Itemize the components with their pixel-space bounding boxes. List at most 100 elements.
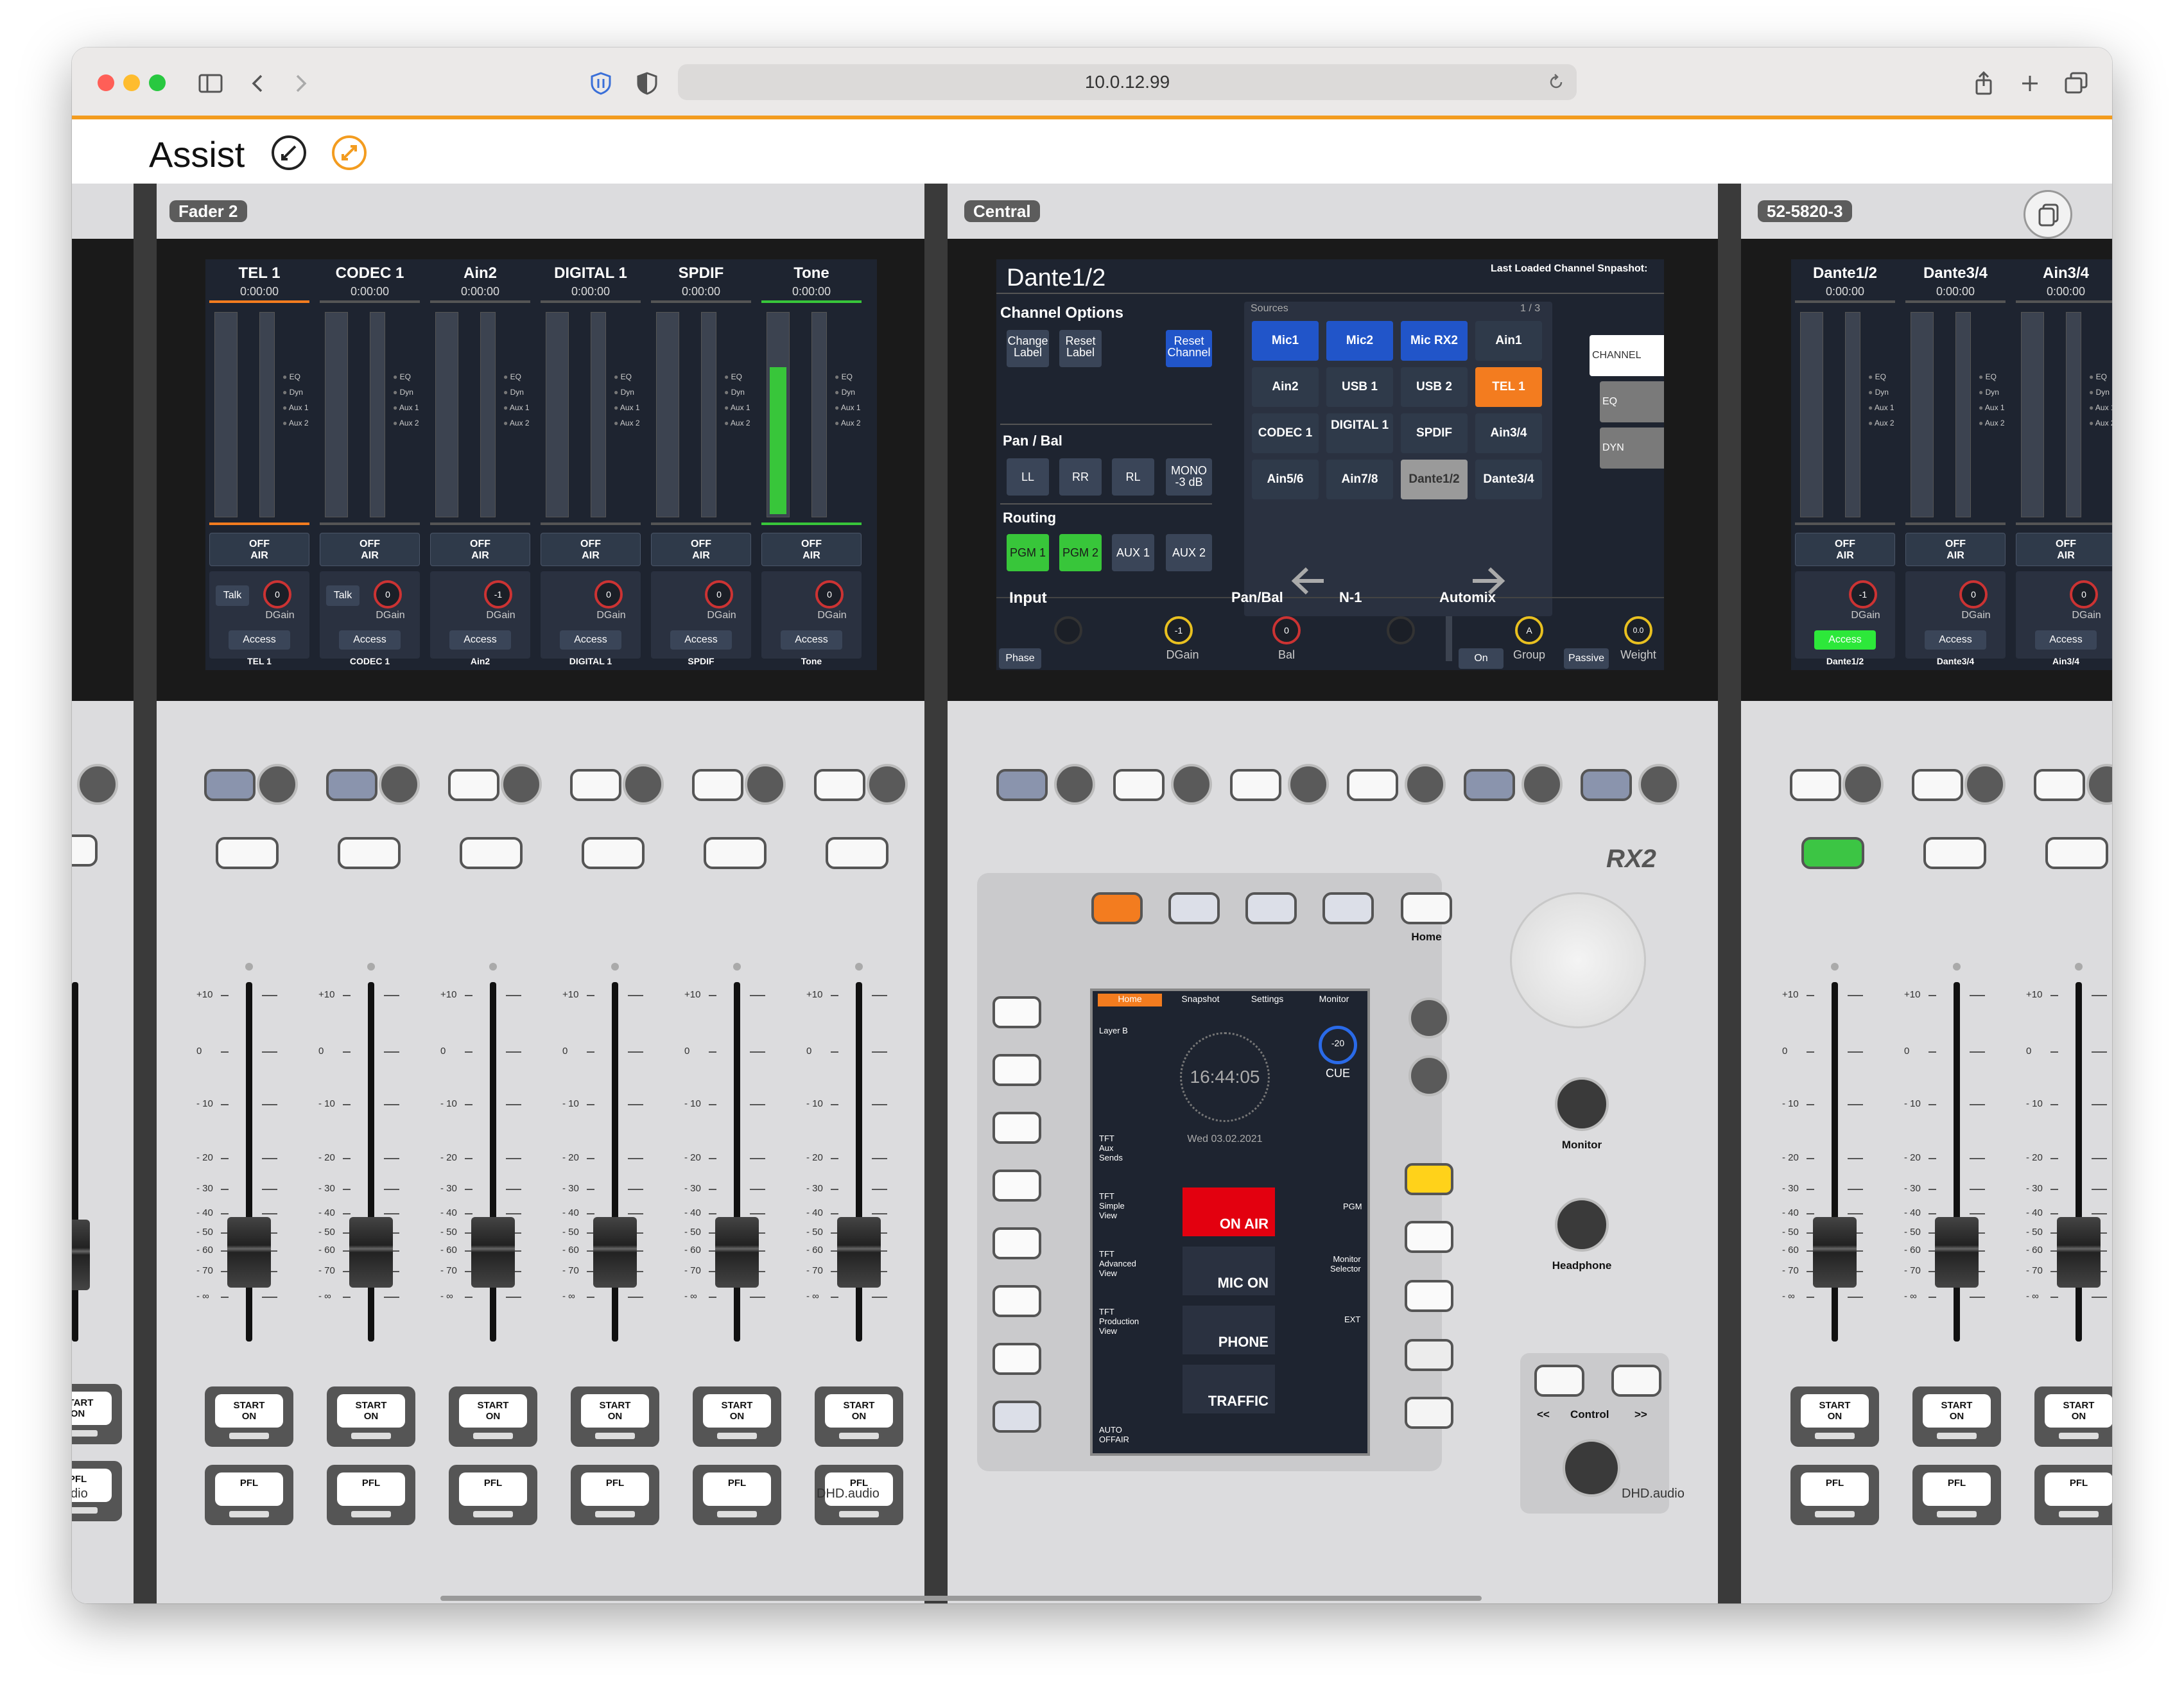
- share-icon[interactable]: [1971, 71, 1997, 96]
- source-button[interactable]: USB 2: [1401, 367, 1468, 407]
- source-button[interactable]: Ain1: [1475, 321, 1542, 361]
- tft-right-button[interactable]: [1405, 1397, 1453, 1429]
- start-button[interactable]: STARTON: [72, 1384, 122, 1444]
- strip-encoder-knob[interactable]: [745, 764, 786, 805]
- function-button-1[interactable]: [1168, 892, 1220, 924]
- fader-knob[interactable]: [2057, 1217, 2101, 1288]
- fader-knob[interactable]: [1813, 1217, 1857, 1288]
- strip-button[interactable]: [2034, 769, 2085, 801]
- pfl-button[interactable]: PFL: [327, 1465, 415, 1525]
- pfl-button[interactable]: PFL: [2034, 1465, 2112, 1525]
- sidebar-icon[interactable]: [198, 71, 223, 96]
- off-air-button[interactable]: OFF AIR: [541, 533, 641, 566]
- tft-left-button[interactable]: [992, 1285, 1041, 1317]
- pfl-button[interactable]: PFL: [571, 1465, 659, 1525]
- pfl-button[interactable]: PFL: [693, 1465, 781, 1525]
- tft-tab-snapshot[interactable]: Snapshot: [1168, 994, 1233, 1004]
- forward-icon[interactable]: [288, 71, 313, 96]
- dgain-knob[interactable]: -1: [1165, 616, 1193, 644]
- control-prev-button[interactable]: [1534, 1365, 1584, 1397]
- shield-icon[interactable]: [588, 71, 614, 96]
- strip-button[interactable]: [326, 769, 377, 801]
- strip-button[interactable]: [570, 769, 621, 801]
- module-separator[interactable]: [134, 184, 157, 1603]
- reload-icon[interactable]: [1546, 72, 1566, 92]
- central-strip-button[interactable]: [1581, 769, 1632, 801]
- fader-knob[interactable]: [349, 1217, 393, 1288]
- dgain-knob[interactable]: 0: [705, 580, 733, 609]
- automix-on-button[interactable]: On: [1459, 648, 1504, 669]
- central-encoder-knob[interactable]: [1054, 764, 1095, 805]
- routing-pgm1-button[interactable]: PGM 1: [1007, 534, 1049, 571]
- fader-screen[interactable]: TEL 1 0:00:00 ● EQ ● Dyn ● Aux 1 ● Aux 2 OFF AI…: [205, 259, 877, 670]
- fader-knob[interactable]: [715, 1217, 759, 1288]
- module-separator[interactable]: [1718, 184, 1741, 1603]
- source-button[interactable]: SPDIF: [1401, 413, 1468, 453]
- channel-strip[interactable]: Dante3/4 0:00:00 ● EQ ● Dyn ● Aux 1 ● Aux 2 OF…: [1902, 259, 2009, 670]
- select-button[interactable]: [216, 837, 279, 869]
- source-button[interactable]: Mic2: [1326, 321, 1393, 361]
- fader-knob[interactable]: [837, 1217, 881, 1288]
- source-button[interactable]: DIGITAL 1: [1326, 413, 1393, 453]
- traffic-indicator[interactable]: TRAFFIC: [1183, 1365, 1275, 1413]
- access-button[interactable]: Access: [781, 630, 842, 650]
- tab-dyn[interactable]: DYN: [1600, 427, 1664, 469]
- select-button[interactable]: [460, 837, 523, 869]
- access-button[interactable]: Access: [229, 630, 290, 650]
- close-window-button[interactable]: [98, 74, 114, 91]
- central-encoder-knob[interactable]: [1288, 764, 1329, 805]
- start-button[interactable]: STARTON: [815, 1386, 903, 1447]
- strip-encoder-knob[interactable]: [623, 764, 664, 805]
- fader-knob[interactable]: [471, 1217, 515, 1288]
- source-button[interactable]: USB 1: [1326, 367, 1393, 407]
- access-button[interactable]: Access: [2035, 630, 2097, 650]
- tft-tab-home[interactable]: Home: [1098, 994, 1162, 1004]
- tft-tab-monitor[interactable]: Monitor: [1302, 994, 1366, 1004]
- strip-button[interactable]: [692, 769, 743, 801]
- bal-knob[interactable]: 0: [1272, 616, 1301, 644]
- dgain-knob[interactable]: 0: [815, 580, 844, 609]
- strip-encoder-knob[interactable]: [501, 764, 542, 805]
- minimize-window-button[interactable]: [123, 74, 140, 91]
- channel-strip[interactable]: Ain2 0:00:00 ● EQ ● Dyn ● Aux 1 ● Aux 2 OFF AIR…: [426, 259, 534, 670]
- horizontal-scrollbar[interactable]: [440, 1596, 1482, 1601]
- tft-left-button[interactable]: [992, 1170, 1041, 1202]
- strip-encoder-knob[interactable]: [1842, 764, 1884, 805]
- channel-strip[interactable]: CODEC 1 0:00:00 ● EQ ● Dyn ● Aux 1 ● Aux 2 OFF…: [316, 259, 424, 670]
- select-button[interactable]: [1923, 837, 1986, 869]
- arrow-left-icon[interactable]: [1289, 565, 1328, 597]
- pfl-button[interactable]: PFL: [1912, 1465, 2001, 1525]
- encoder-knob[interactable]: [77, 764, 118, 805]
- tab-overview-icon[interactable]: [2063, 71, 2089, 96]
- off-air-button[interactable]: OFF AIR: [761, 533, 862, 566]
- home-button[interactable]: [1401, 892, 1452, 924]
- pfl-button[interactable]: PFL: [1790, 1465, 1879, 1525]
- passive-button[interactable]: Passive: [1564, 648, 1609, 669]
- tft-left-button[interactable]: [992, 1112, 1041, 1144]
- phase-button[interactable]: Phase: [999, 648, 1041, 669]
- off-air-button[interactable]: OFF AIR: [651, 533, 751, 566]
- strip-encoder-knob[interactable]: [379, 764, 420, 805]
- control-knob[interactable]: [1563, 1439, 1620, 1497]
- off-air-button[interactable]: OFF AIR: [1795, 533, 1895, 566]
- weight-knob[interactable]: 0.0: [1624, 616, 1652, 644]
- access-button[interactable]: Access: [560, 630, 621, 650]
- reset-channel-button[interactable]: Reset Channel: [1166, 330, 1212, 367]
- tft-left-button[interactable]: [992, 1401, 1041, 1433]
- central-strip-button[interactable]: [996, 769, 1048, 801]
- expand-icon[interactable]: [331, 135, 367, 171]
- strip-button[interactable]: [814, 769, 865, 801]
- access-button[interactable]: Access: [1925, 630, 1986, 650]
- source-button[interactable]: Ain2: [1252, 367, 1319, 407]
- strip-button[interactable]: [204, 769, 256, 801]
- tft-left-button[interactable]: [992, 1054, 1041, 1086]
- talk-button[interactable]: Talk: [326, 585, 360, 606]
- central-strip-button[interactable]: [1464, 769, 1515, 801]
- back-icon[interactable]: [245, 71, 271, 96]
- change-label-button[interactable]: Change Label: [1007, 330, 1049, 367]
- access-button[interactable]: Access: [449, 630, 511, 650]
- orange-button[interactable]: [1091, 892, 1143, 924]
- start-button[interactable]: STARTON: [1912, 1386, 2001, 1447]
- tft-left-button[interactable]: [992, 1343, 1041, 1375]
- tft-left-button[interactable]: [992, 1227, 1041, 1259]
